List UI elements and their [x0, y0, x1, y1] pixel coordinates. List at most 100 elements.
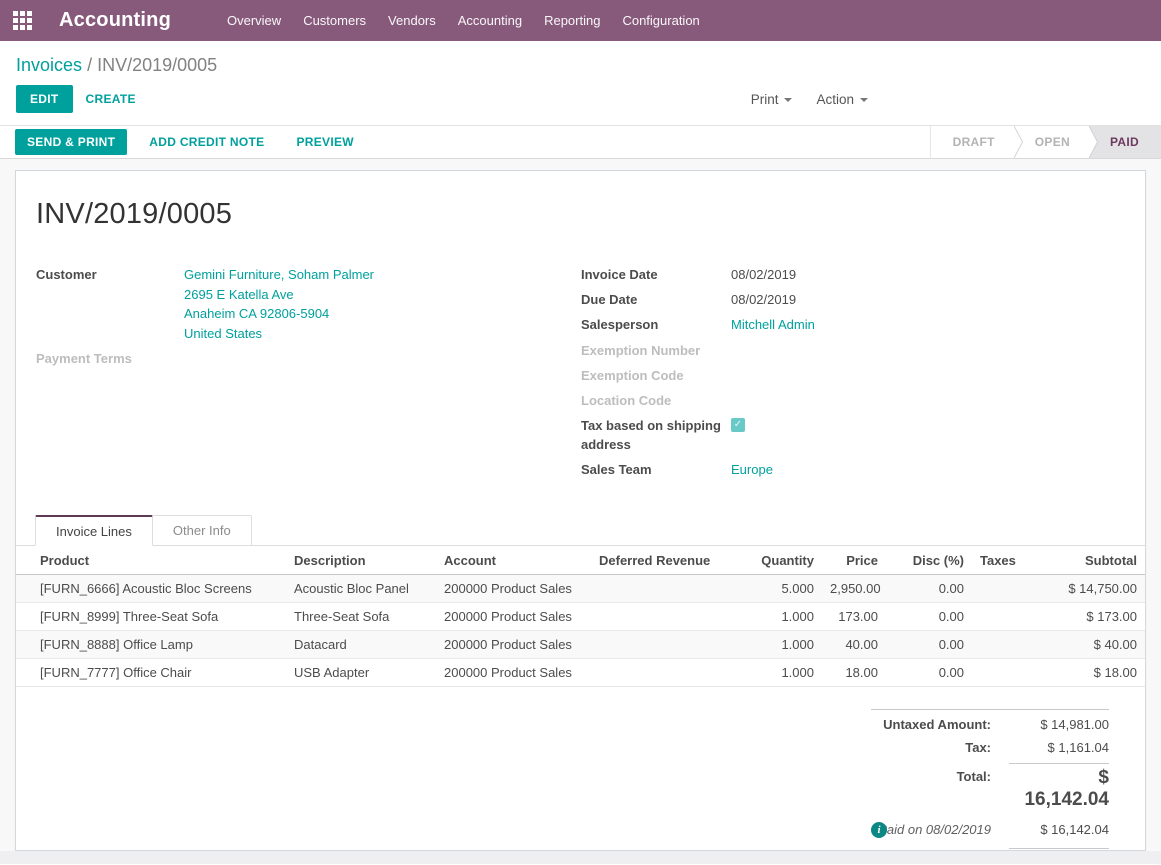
- form-area: INV/2019/0005 Customer Gemini Furniture,…: [0, 159, 1161, 851]
- invoice-line-row[interactable]: [FURN_6666] Acoustic Bloc Screens Acoust…: [16, 575, 1145, 603]
- due-date-label: Due Date: [581, 290, 731, 309]
- payment-terms-label: Payment Terms: [36, 349, 184, 368]
- customer-label: Customer: [36, 265, 184, 343]
- invoice-info: Customer Gemini Furniture, Soham Palmer …: [36, 265, 1125, 485]
- print-menu[interactable]: Print: [751, 92, 793, 107]
- info-circle-icon[interactable]: i: [871, 822, 887, 838]
- location-code-label: Location Code: [581, 391, 731, 410]
- chevron-down-icon: [860, 98, 868, 102]
- tax-shipping-label: Tax based on shipping address: [581, 416, 731, 454]
- location-code-field: Location Code: [581, 391, 1125, 410]
- exemption-number-field: Exemption Number: [581, 341, 1125, 360]
- invoice-line-row[interactable]: [FURN_8888] Office Lamp Datacard 200000 …: [16, 631, 1145, 659]
- invoice-line-row[interactable]: [FURN_7777] Office Chair USB Adapter 200…: [16, 659, 1145, 687]
- exemption-code-field: Exemption Code: [581, 366, 1125, 385]
- col-header-disc: Disc (%): [886, 546, 972, 575]
- invoice-lines-table: Product Description Account Deferred Rev…: [16, 546, 1145, 687]
- tax-value: $ 1,161.04: [1009, 740, 1109, 755]
- paid-on-value: $ 16,142.04: [1009, 822, 1109, 837]
- col-header-subtotal: Subtotal: [1030, 546, 1145, 575]
- customer-city-link[interactable]: Anaheim CA 92806-5904: [184, 304, 374, 324]
- breadcrumb-parent[interactable]: Invoices: [16, 55, 82, 75]
- nav-item-reporting[interactable]: Reporting: [544, 13, 600, 28]
- action-menu[interactable]: Action: [816, 92, 868, 107]
- invoice-sheet: INV/2019/0005 Customer Gemini Furniture,…: [15, 170, 1146, 851]
- untaxed-amount-row: Untaxed Amount: $ 14,981.00: [871, 709, 1109, 736]
- exemption-number-label: Exemption Number: [581, 341, 731, 360]
- state-open[interactable]: OPEN: [1013, 126, 1088, 158]
- invoice-date-field: Invoice Date 08/02/2019: [581, 265, 1125, 284]
- customer-country-link[interactable]: United States: [184, 324, 374, 344]
- breadcrumb-separator: /: [87, 55, 92, 75]
- customer-address-block: Gemini Furniture, Soham Palmer 2695 E Ka…: [184, 265, 374, 343]
- statusbar-states: DRAFT OPEN PAID: [930, 126, 1161, 158]
- nav-item-overview[interactable]: Overview: [227, 13, 281, 28]
- sales-team-label: Sales Team: [581, 460, 731, 480]
- col-header-taxes: Taxes: [972, 546, 1030, 575]
- totals-block: Untaxed Amount: $ 14,981.00 Tax: $ 1,161…: [871, 709, 1109, 851]
- customer-name-link[interactable]: Gemini Furniture, Soham Palmer: [184, 265, 374, 285]
- tab-invoice-lines[interactable]: Invoice Lines: [35, 515, 153, 546]
- invoice-line-row[interactable]: [FURN_8999] Three-Seat Sofa Three-Seat S…: [16, 603, 1145, 631]
- payment-terms-field: Payment Terms: [36, 349, 581, 368]
- due-date-value: 08/02/2019: [731, 290, 796, 309]
- notebook-tabs: Invoice Lines Other Info: [16, 515, 1145, 546]
- customer-street-link[interactable]: 2695 E Katella Ave: [184, 285, 374, 305]
- tax-shipping-field: Tax based on shipping address ✓: [581, 416, 1125, 454]
- state-paid[interactable]: PAID: [1088, 126, 1161, 158]
- tab-other-info[interactable]: Other Info: [153, 515, 252, 546]
- apps-menu-icon[interactable]: [13, 11, 32, 30]
- untaxed-amount-value: $ 14,981.00: [1009, 717, 1109, 732]
- invoice-number-title: INV/2019/0005: [36, 198, 1125, 231]
- col-header-quantity: Quantity: [736, 546, 822, 575]
- create-button[interactable]: CREATE: [73, 85, 149, 113]
- breadcrumb: Invoices / INV/2019/0005: [16, 54, 1145, 76]
- page-footer: [0, 851, 1161, 864]
- nav-item-configuration[interactable]: Configuration: [622, 13, 699, 28]
- top-navbar: Accounting Overview Customers Vendors Ac…: [0, 0, 1161, 41]
- exemption-code-label: Exemption Code: [581, 366, 731, 385]
- control-panel: Invoices / INV/2019/0005 EDIT CREATE Pri…: [0, 41, 1161, 125]
- add-credit-note-button[interactable]: ADD CREDIT NOTE: [139, 129, 274, 155]
- chevron-down-icon: [784, 98, 792, 102]
- paid-on-label: Paid on 08/02/2019: [871, 822, 1009, 837]
- breadcrumb-current: INV/2019/0005: [97, 55, 217, 75]
- salesperson-field: Salesperson Mitchell Admin: [581, 315, 1125, 335]
- salesperson-link[interactable]: Mitchell Admin: [731, 315, 815, 335]
- salesperson-label: Salesperson: [581, 315, 731, 335]
- sales-team-field: Sales Team Europe: [581, 460, 1125, 480]
- table-header-row: Product Description Account Deferred Rev…: [16, 546, 1145, 575]
- sales-team-link[interactable]: Europe: [731, 460, 773, 480]
- col-header-product: Product: [16, 546, 286, 575]
- paid-row: i Paid on 08/02/2019 $ 16,142.04: [871, 815, 1109, 844]
- due-date-field: Due Date 08/02/2019: [581, 290, 1125, 309]
- tax-label: Tax:: [871, 740, 1009, 755]
- invoice-date-value: 08/02/2019: [731, 265, 796, 284]
- statusbar: SEND & PRINT ADD CREDIT NOTE PREVIEW DRA…: [0, 125, 1161, 159]
- send-and-print-button[interactable]: SEND & PRINT: [15, 129, 127, 155]
- tax-shipping-checkbox-checked-icon[interactable]: ✓: [731, 418, 745, 432]
- navbar-menu: Overview Customers Vendors Accounting Re…: [227, 13, 700, 28]
- total-row: Total: $ 16,142.04: [871, 759, 1109, 815]
- total-value: $ 16,142.04: [1009, 763, 1109, 811]
- col-header-price: Price: [822, 546, 886, 575]
- untaxed-amount-label: Untaxed Amount:: [871, 717, 1009, 732]
- action-menus: Print Action: [751, 92, 868, 107]
- col-header-account: Account: [436, 546, 591, 575]
- edit-button[interactable]: EDIT: [16, 85, 73, 113]
- invoice-date-label: Invoice Date: [581, 265, 731, 284]
- customer-field: Customer Gemini Furniture, Soham Palmer …: [36, 265, 581, 343]
- control-panel-buttons: EDIT CREATE Print Action: [16, 85, 1145, 113]
- nav-item-accounting[interactable]: Accounting: [458, 13, 522, 28]
- total-label: Total:: [871, 763, 1009, 784]
- app-name[interactable]: Accounting: [59, 9, 171, 32]
- col-header-description: Description: [286, 546, 436, 575]
- nav-item-customers[interactable]: Customers: [303, 13, 366, 28]
- amount-due-row: Amount Due: $ 0.00: [871, 844, 1109, 851]
- state-draft[interactable]: DRAFT: [931, 126, 1013, 158]
- col-header-deferred-revenue: Deferred Revenue: [591, 546, 736, 575]
- nav-item-vendors[interactable]: Vendors: [388, 13, 436, 28]
- statusbar-buttons: SEND & PRINT ADD CREDIT NOTE PREVIEW: [0, 126, 364, 158]
- tax-row: Tax: $ 1,161.04: [871, 736, 1109, 759]
- preview-button[interactable]: PREVIEW: [286, 129, 363, 155]
